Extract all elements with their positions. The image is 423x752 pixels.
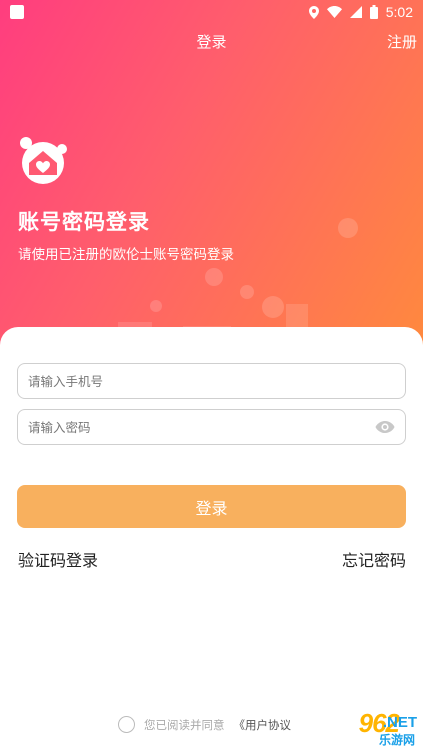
- location-icon: [308, 5, 319, 19]
- agreement-row: 您已阅读并同意 《用户协议: [118, 716, 291, 733]
- phone-field[interactable]: [17, 363, 406, 399]
- page-title: 登录: [196, 33, 227, 51]
- signal-icon: [349, 6, 362, 18]
- nav-bar: 登录 注册: [0, 24, 423, 58]
- eye-icon[interactable]: [375, 420, 395, 434]
- wifi-icon: [326, 6, 342, 18]
- bokeh-decoration: [240, 285, 254, 299]
- sms-login-link[interactable]: 验证码登录: [18, 547, 98, 571]
- battery-icon: [369, 5, 378, 19]
- watermark-cn: 乐游网: [378, 733, 415, 747]
- register-link[interactable]: 注册: [387, 31, 417, 52]
- password-field[interactable]: [17, 409, 406, 445]
- watermark: 962 .NET 乐游网: [281, 708, 417, 748]
- status-app-icon: [10, 5, 24, 19]
- logo-house-heart-icon: [20, 137, 67, 184]
- status-bar: 5:02: [0, 0, 423, 24]
- login-button[interactable]: 登录: [17, 485, 406, 528]
- login-heading: 账号密码登录: [18, 210, 150, 234]
- watermark-net: .NET: [382, 714, 417, 731]
- bokeh-decoration: [205, 268, 223, 286]
- bokeh-decoration: [150, 300, 162, 312]
- phone-input[interactable]: [28, 364, 395, 398]
- bokeh-decoration: [338, 218, 358, 238]
- password-input[interactable]: [28, 410, 375, 444]
- forgot-password-link[interactable]: 忘记密码: [342, 547, 406, 571]
- login-subheading: 请使用已注册的欧伦士账号密码登录: [18, 247, 234, 263]
- agreement-text: 您已阅读并同意: [144, 717, 225, 732]
- status-time: 5:02: [385, 4, 413, 20]
- agreement-radio[interactable]: [118, 716, 135, 733]
- bokeh-decoration: [262, 296, 284, 318]
